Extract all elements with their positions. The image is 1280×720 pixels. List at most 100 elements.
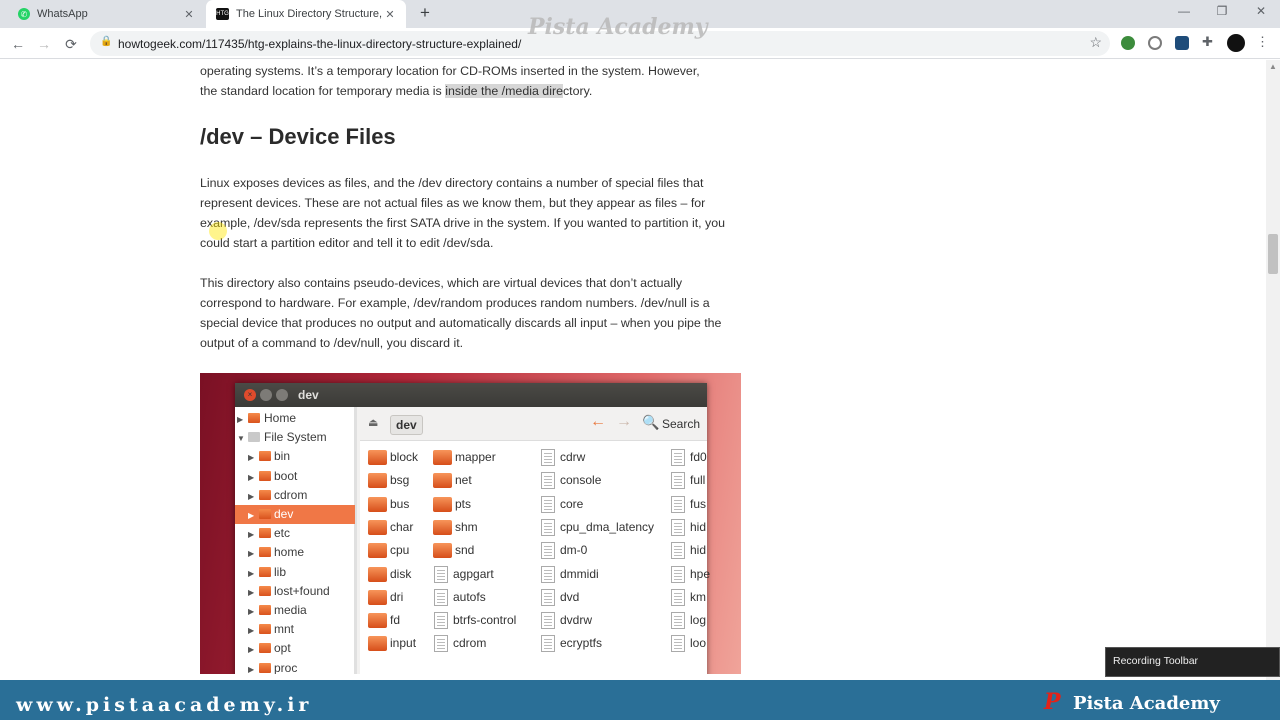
mouse-cursor-highlight bbox=[209, 222, 227, 240]
sidebar-item-lib: ▶ lib bbox=[235, 563, 355, 582]
file-name: char bbox=[390, 519, 414, 534]
file-manager-pathbar: ⏏ dev ← → 🔍 Search bbox=[360, 407, 707, 441]
file-name: dvdrw bbox=[560, 613, 593, 628]
file-name: ecryptfs bbox=[560, 636, 603, 651]
file-name: cpu_dma_latency bbox=[560, 519, 655, 534]
file-name: block bbox=[390, 450, 419, 464]
drive-icon: ⏏ bbox=[368, 417, 379, 429]
forward-icon[interactable]: → bbox=[34, 34, 54, 54]
collapsed-triangle-icon: ▶ bbox=[237, 415, 244, 424]
file-icon bbox=[671, 449, 685, 466]
scrollbar[interactable] bbox=[1266, 60, 1280, 680]
collapsed-triangle-icon: ▶ bbox=[248, 607, 255, 616]
maximize-icon bbox=[276, 389, 288, 401]
file-icon bbox=[671, 495, 685, 513]
back-icon[interactable]: ← bbox=[8, 34, 28, 54]
extension-globe-icon[interactable] bbox=[1121, 36, 1135, 50]
pista-logo-icon: P bbox=[1044, 689, 1061, 715]
paragraph: Linux exposes devices as files, and the … bbox=[200, 176, 726, 250]
bookmark-star-icon[interactable]: ☆ bbox=[1089, 34, 1102, 51]
scroll-up-icon[interactable]: ▲ bbox=[1266, 62, 1280, 71]
collapsed-triangle-icon: ▶ bbox=[248, 530, 255, 540]
sidebar-item-label: etc bbox=[274, 526, 291, 541]
file-manager-window: × dev ▶ Home ▼ File System ▶ bin ▶ boot ▶ cdrom ▶ d… bbox=[235, 383, 710, 674]
close-icon[interactable]: ✕ bbox=[382, 8, 398, 21]
sidebar-item-label: opt bbox=[274, 641, 291, 656]
sidebar-item-mnt: ▶ mnt bbox=[235, 620, 355, 639]
new-tab-button[interactable]: + bbox=[416, 4, 434, 22]
file-name: dm-0 bbox=[560, 543, 588, 558]
menu-dots-icon[interactable]: ⋮ bbox=[1256, 35, 1270, 49]
collapsed-triangle-icon: ▶ bbox=[248, 568, 255, 578]
intro-line: the standard location for temporary medi… bbox=[200, 84, 446, 98]
tab-whatsapp[interactable]: ✆ WhatsApp ✕ bbox=[0, 0, 205, 28]
minimize-icon bbox=[260, 389, 272, 401]
folder-icon bbox=[259, 662, 271, 673]
sidebar-item-label: dev bbox=[274, 507, 294, 521]
recording-toolbar-label: Recording Toolbar bbox=[1113, 655, 1199, 667]
file-name: fd bbox=[390, 613, 401, 628]
folder-icon bbox=[433, 496, 452, 512]
folder-icon bbox=[259, 643, 271, 654]
folder-icon bbox=[259, 489, 271, 500]
sidebar-item-label: proc bbox=[274, 660, 298, 674]
file-icon bbox=[671, 518, 685, 536]
sidebar-item-proc: ▶ proc bbox=[235, 659, 355, 674]
extension-react-icon[interactable] bbox=[1175, 36, 1189, 50]
folder-icon bbox=[248, 413, 260, 423]
file-icon bbox=[541, 518, 555, 536]
file-name: btrfs-control bbox=[453, 613, 517, 628]
maximize-icon[interactable]: ❐ bbox=[1210, 4, 1234, 18]
tab-title: The Linux Directory Structure, Ex bbox=[236, 8, 382, 20]
sidebar-item-lost-found: ▶ lost+found bbox=[235, 582, 355, 601]
file-name: loo bbox=[690, 636, 707, 651]
close-icon[interactable]: ✕ bbox=[181, 8, 197, 21]
search-icon: 🔍 bbox=[642, 414, 660, 430]
file-name: bsg bbox=[390, 473, 410, 488]
folder-icon bbox=[368, 473, 387, 489]
file-name: full bbox=[690, 473, 706, 488]
file-name: agpgart bbox=[453, 566, 494, 581]
sidebar-item-media: ▶ media bbox=[235, 601, 355, 620]
file-name: dmmidi bbox=[560, 566, 599, 581]
sidebar-item-label: lost+found bbox=[274, 583, 330, 598]
window-title: dev bbox=[298, 388, 319, 402]
tab-howtogeek[interactable]: HTG The Linux Directory Structure, Ex ✕ bbox=[206, 0, 406, 28]
sidebar-item-label: File System bbox=[264, 430, 327, 445]
recording-toolbar[interactable]: Recording Toolbar bbox=[1105, 647, 1280, 677]
sidebar-item-label: boot bbox=[274, 468, 298, 483]
sidebar-item-boot: ▶ boot bbox=[235, 467, 355, 486]
folder-icon bbox=[433, 450, 452, 465]
window-close-icon[interactable]: ✕ bbox=[1249, 4, 1273, 18]
url-text: howtogeek.com/117435/htg-explains-the-li… bbox=[118, 37, 522, 51]
close-icon: × bbox=[244, 389, 256, 401]
article-content: operating systems. It’s a temporary loca… bbox=[0, 60, 1266, 680]
minimize-icon[interactable]: — bbox=[1172, 4, 1196, 18]
file-manager-sidebar: ▶ Home ▼ File System ▶ bin ▶ boot ▶ cdrom ▶ dev ▶ etc… bbox=[235, 407, 357, 674]
file-icon bbox=[434, 635, 448, 653]
sidebar-item-label: bin bbox=[274, 449, 291, 464]
file-icon bbox=[671, 588, 685, 606]
sidebar-item-home: ▶ home bbox=[235, 543, 355, 562]
sidebar-item-label: lib bbox=[274, 564, 287, 579]
article-screenshot: × dev ▶ Home ▼ File System ▶ bin ▶ boot ▶ cdrom ▶ d… bbox=[200, 373, 741, 674]
file-name: cdrom bbox=[453, 636, 487, 651]
forward-arrow-icon: → bbox=[616, 413, 632, 430]
file-name: hid bbox=[690, 543, 707, 558]
reload-icon[interactable]: ⟳ bbox=[61, 34, 81, 54]
file-icon bbox=[541, 472, 555, 490]
avatar[interactable] bbox=[1227, 34, 1245, 52]
extension-cloud-icon[interactable] bbox=[1148, 36, 1162, 50]
scrollbar-thumb[interactable] bbox=[1268, 234, 1278, 274]
file-icon bbox=[541, 588, 555, 606]
collapsed-triangle-icon: ▶ bbox=[248, 645, 255, 655]
footer-website: www.pistaacademy.ir bbox=[16, 694, 313, 716]
folder-icon bbox=[259, 547, 271, 558]
file-name: dri bbox=[390, 589, 404, 604]
folder-icon bbox=[433, 473, 452, 489]
puzzle-icon[interactable]: ✚ bbox=[1202, 35, 1216, 49]
sidebar-item-etc: ▶ etc bbox=[235, 524, 355, 543]
file-name: log bbox=[690, 613, 707, 628]
folder-icon bbox=[259, 605, 271, 615]
sidebar-item-opt: ▶ opt bbox=[235, 639, 355, 658]
